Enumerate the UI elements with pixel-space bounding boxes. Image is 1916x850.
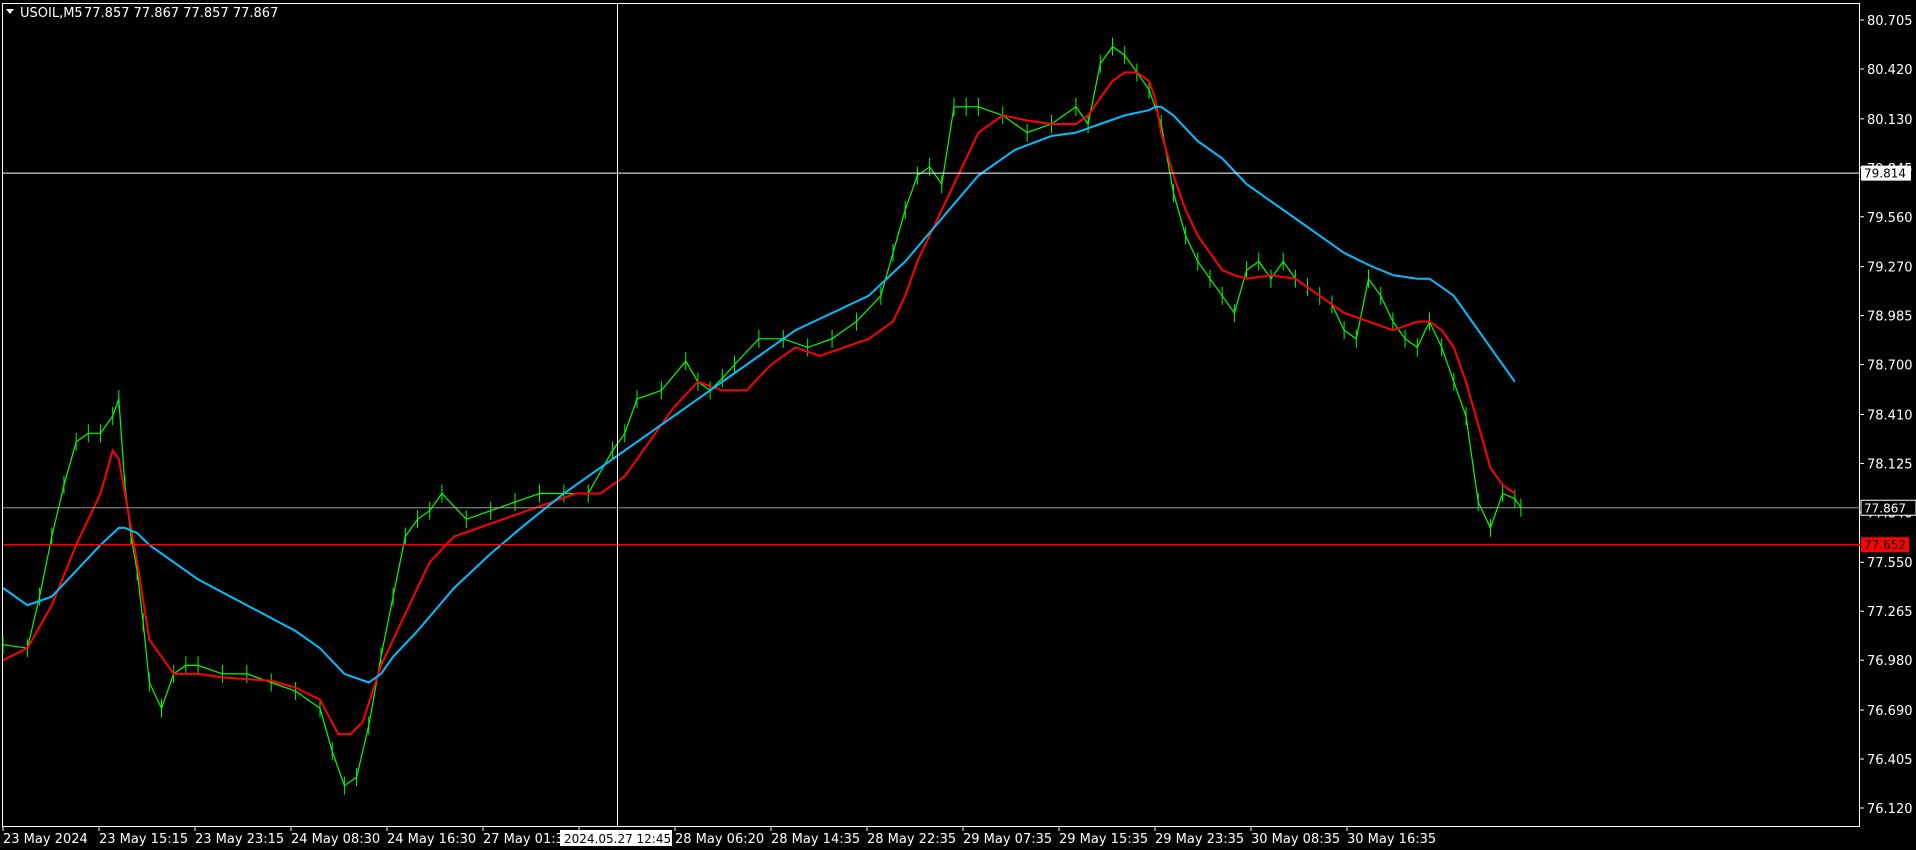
- y-tick-label: 76.690: [1867, 704, 1913, 719]
- y-tick-label: 78.700: [1867, 359, 1913, 374]
- current-price-label: 77.867: [1864, 501, 1906, 515]
- y-tick-label: 80.705: [1867, 14, 1913, 29]
- crosshair-time-label: 2024.05.27 12:45: [564, 832, 671, 846]
- x-tick-label: 23 May 15:15: [99, 832, 188, 847]
- y-tick-label: 76.120: [1867, 802, 1913, 817]
- x-tick-label: 24 May 08:30: [291, 832, 380, 847]
- x-tick-label: 30 May 08:35: [1251, 832, 1340, 847]
- chart-background: [0, 0, 1916, 850]
- x-tick-label: 29 May 23:35: [1155, 832, 1244, 847]
- current-price-box: 77.867: [1860, 499, 1916, 516]
- crosshair-price-box: 79.814: [1861, 165, 1911, 181]
- y-tick-label: 79.560: [1867, 211, 1913, 226]
- x-tick-label: 29 May 07:35: [963, 832, 1052, 847]
- y-tick-label: 80.130: [1867, 113, 1913, 128]
- x-tick-label: 27 May 01:30: [483, 832, 572, 847]
- crosshair-time-box: 2024.05.27 12:45: [560, 830, 672, 846]
- x-tick-label: 23 May 2024: [3, 832, 88, 847]
- price-chart[interactable]: 80.70580.42080.13079.84579.56079.27078.9…: [0, 0, 1916, 850]
- ohlc-values: 77.857 77.867 77.857 77.867: [84, 6, 278, 21]
- x-tick-label: 28 May 22:35: [867, 832, 956, 847]
- x-tick-label: 23 May 23:15: [195, 832, 284, 847]
- y-tick-label: 78.410: [1867, 408, 1913, 423]
- y-tick-label: 76.405: [1867, 753, 1913, 768]
- x-tick-label: 28 May 14:35: [771, 832, 860, 847]
- x-tick-label: 28 May 06:20: [675, 832, 764, 847]
- horizontal-line-price-box: 77.652: [1861, 537, 1909, 553]
- x-tick-label: 30 May 16:35: [1347, 832, 1436, 847]
- horizontal-line-price-label: 77.652: [1864, 538, 1906, 552]
- crosshair-price-label: 79.814: [1864, 167, 1906, 181]
- chart-header: USOIL,M5 77.857 77.867 77.857 77.867: [6, 6, 278, 21]
- y-tick-label: 80.420: [1867, 63, 1913, 78]
- y-tick-label: 76.980: [1867, 654, 1913, 669]
- symbol-label: USOIL,M5: [20, 6, 83, 21]
- y-tick-label: 79.270: [1867, 261, 1913, 276]
- y-tick-label: 77.550: [1867, 556, 1913, 571]
- x-tick-label: 29 May 15:35: [1059, 832, 1148, 847]
- y-tick-label: 78.125: [1867, 457, 1913, 472]
- y-tick-label: 78.985: [1867, 310, 1913, 325]
- y-tick-label: 77.265: [1867, 605, 1913, 620]
- x-tick-label: 24 May 16:30: [387, 832, 476, 847]
